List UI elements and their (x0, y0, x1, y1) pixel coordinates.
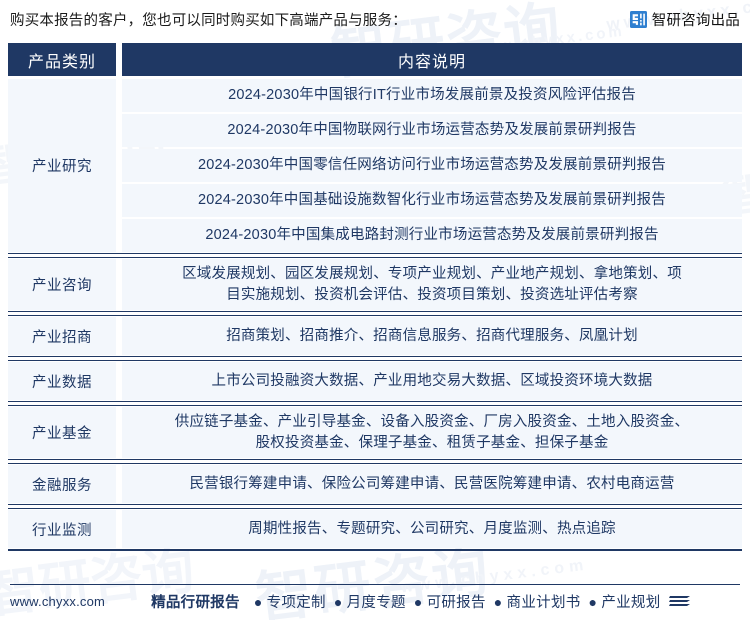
column-header-category: 产品类别 (8, 43, 116, 76)
row-text: 2024-2030年中国零信任网络访问行业市场运营态势及发展前景研判报告 (197, 157, 667, 174)
row-text: 2024-2030年中国集成电路封测行业市场运营态势及发展前景研判报告 (205, 227, 659, 244)
bullet-icon: ● (253, 593, 263, 610)
table-row: 2024-2030年中国物联网行业市场运营态势及发展前景研判报告 (122, 114, 742, 147)
footer-service-links: 精品行研报告 ● 专项定制 ● 月度专题 ● 可研报告 ● 商业计划书 ● 产业… (151, 591, 740, 612)
description-cell: 招商策划、招商推介、招商信息服务、招商代理服务、凤凰计划 (122, 317, 742, 356)
description-cell: 区域发展规划、园区发展规划、专项产业规划、产业地产规划、拿地策划、项 目实施规划… (122, 259, 742, 311)
bullet-icon: ● (493, 593, 503, 610)
table-row: 招商策划、招商推介、招商信息服务、招商代理服务、凤凰计划 (122, 317, 742, 356)
category-label: 产业基金 (32, 426, 92, 443)
category-cell: 产业研究 (8, 79, 116, 252)
description-cell: 上市公司投融资大数据、产业用地交易大数据、区域投资环境大数据 (122, 362, 742, 401)
row-text: 上市公司投融资大数据、产业用地交易大数据、区域投资环境大数据 (211, 372, 653, 389)
table-row: 2024-2030年中国零信任网络访问行业市场运营态势及发展前景研判报告 (122, 149, 742, 182)
column-header-description: 内容说明 (122, 43, 742, 76)
table-row: 民营银行筹建申请、保险公司筹建申请、民营医院筹建申请、农村电商运营 (122, 465, 742, 504)
table-bottom-rule (8, 549, 742, 552)
group-separator (8, 401, 742, 407)
table-row: 区域发展规划、园区发展规划、专项产业规划、产业地产规划、拿地策划、项 目实施规划… (122, 259, 742, 311)
brand-mark: 智研咨询出品 (629, 9, 740, 30)
page-title: 购买本报告的客户，您也可以同时购买如下高端产品与服务： (10, 13, 407, 29)
group-separator (8, 504, 742, 510)
footer-content: www.chyxx.com 精品行研报告 ● 专项定制 ● 月度专题 ● 可研报… (10, 591, 740, 620)
category-cell: 金融服务 (8, 465, 116, 504)
table-row: 2024-2030年中国集成电路封测行业市场运营态势及发展前景研判报告 (122, 219, 742, 252)
bullet-icon: ● (333, 593, 343, 610)
footer-link-feasibility-report[interactable]: 可研报告 (427, 591, 486, 612)
footer-link-monthly-topic[interactable]: 月度专题 (347, 591, 406, 612)
brand-name-label: 智研咨询出品 (651, 13, 740, 29)
table-group-industry-data: 产业数据 上市公司投融资大数据、产业用地交易大数据、区域投资环境大数据 (8, 362, 742, 401)
footer-divider (10, 584, 740, 585)
category-label: 产业研究 (32, 159, 92, 175)
description-cell: 2024-2030年中国银行IT行业市场发展前景及投资风险评估报告 2024-2… (122, 79, 742, 252)
category-cell: 产业咨询 (8, 259, 116, 311)
row-text: 目实施规划、投资机会评估、投资项目策划、投资选址评估考察 (226, 286, 638, 303)
category-label: 金融服务 (32, 477, 92, 494)
footer-link-premium-report[interactable]: 精品行研报告 (151, 591, 240, 612)
table-group-industry-monitoring: 行业监测 周期性报告、专题研究、公司研究、月度监测、热点追踪 (8, 510, 742, 549)
table-group-industry-research: 产业研究 2024-2030年中国银行IT行业市场发展前景及投资风险评估报告 2… (8, 79, 742, 252)
page-footer: www.chyxx.com 精品行研报告 ● 专项定制 ● 月度专题 ● 可研报… (0, 584, 750, 620)
bullet-icon: ● (588, 593, 598, 610)
description-cell: 周期性报告、专题研究、公司研究、月度监测、热点追踪 (122, 510, 742, 549)
table-row: 2024-2030年中国基础设施数智化行业市场运营态势及发展前景研判报告 (122, 184, 742, 217)
category-cell: 产业基金 (8, 407, 116, 459)
zhiyan-logo-icon (629, 11, 647, 28)
row-text: 招商策划、招商推介、招商信息服务、招商代理服务、凤凰计划 (226, 327, 638, 344)
table-row: 供应链子基金、产业引导基金、设备入股资金、厂房入股资金、土地入股资金、 股权投资… (122, 407, 742, 459)
row-text: 2024-2030年中国物联网行业市场运营态势及发展前景研判报告 (227, 122, 637, 139)
table-group-investment-promotion: 产业招商 招商策划、招商推介、招商信息服务、招商代理服务、凤凰计划 (8, 317, 742, 356)
row-text: 民营银行筹建申请、保险公司筹建申请、民营医院筹建申请、农村电商运营 (189, 476, 675, 493)
table-group-industry-consulting: 产业咨询 区域发展规划、园区发展规划、专项产业规划、产业地产规划、拿地策划、项 … (8, 259, 742, 311)
row-text: 股权投资基金、保理子基金、租赁子基金、担保子基金 (255, 434, 609, 451)
layers-icon (668, 596, 690, 606)
description-cell: 供应链子基金、产业引导基金、设备入股资金、厂房入股资金、土地入股资金、 股权投资… (122, 407, 742, 459)
footer-website-link[interactable]: www.chyxx.com (10, 594, 105, 609)
table-row: 周期性报告、专题研究、公司研究、月度监测、热点追踪 (122, 510, 742, 549)
category-cell: 产业数据 (8, 362, 116, 401)
category-label: 产业数据 (32, 374, 92, 391)
description-cell: 民营银行筹建申请、保险公司筹建申请、民营医院筹建申请、农村电商运营 (122, 465, 742, 504)
table-group-financial-services: 金融服务 民营银行筹建申请、保险公司筹建申请、民营医院筹建申请、农村电商运营 (8, 465, 742, 504)
report-upsell-page: 智研咨询 www.chyxx.com www.chyxx.com 智研咨询 智研… (0, 0, 750, 620)
row-text: 供应链子基金、产业引导基金、设备入股资金、厂房入股资金、土地入股资金、 (174, 414, 690, 431)
row-text: 区域发展规划、园区发展规划、专项产业规划、产业地产规划、拿地策划、项 (182, 266, 682, 282)
table-group-industry-fund: 产业基金 供应链子基金、产业引导基金、设备入股资金、厂房入股资金、土地入股资金、… (8, 407, 742, 459)
table-header-row: 产品类别 内容说明 (8, 43, 742, 76)
footer-link-industry-planning[interactable]: 产业规划 (601, 591, 660, 612)
bullet-icon: ● (413, 593, 423, 610)
row-text: 周期性报告、专题研究、公司研究、月度监测、热点追踪 (248, 521, 616, 538)
products-table: 产品类别 内容说明 产业研究 2024-2030年中国银行IT行业市场发展前景及… (8, 43, 742, 552)
category-label: 产业招商 (32, 329, 92, 346)
footer-link-custom-project[interactable]: 专项定制 (267, 591, 326, 612)
group-separator (8, 459, 742, 465)
group-separator (8, 356, 742, 362)
group-separator (8, 253, 742, 258)
category-cell: 行业监测 (8, 510, 116, 549)
group-separator (8, 311, 742, 317)
category-label: 行业监测 (32, 522, 92, 539)
page-header: 购买本报告的客户，您也可以同时购买如下高端产品与服务： 智研咨询出品 (0, 0, 750, 30)
row-text: 2024-2030年中国基础设施数智化行业市场运营态势及发展前景研判报告 (197, 192, 667, 209)
footer-link-business-plan[interactable]: 商业计划书 (507, 591, 581, 612)
table-row: 上市公司投融资大数据、产业用地交易大数据、区域投资环境大数据 (122, 362, 742, 401)
table-row: 2024-2030年中国银行IT行业市场发展前景及投资风险评估报告 (122, 79, 742, 112)
row-text: 2024-2030年中国银行IT行业市场发展前景及投资风险评估报告 (228, 87, 636, 104)
category-label: 产业咨询 (32, 278, 92, 295)
category-cell: 产业招商 (8, 317, 116, 356)
